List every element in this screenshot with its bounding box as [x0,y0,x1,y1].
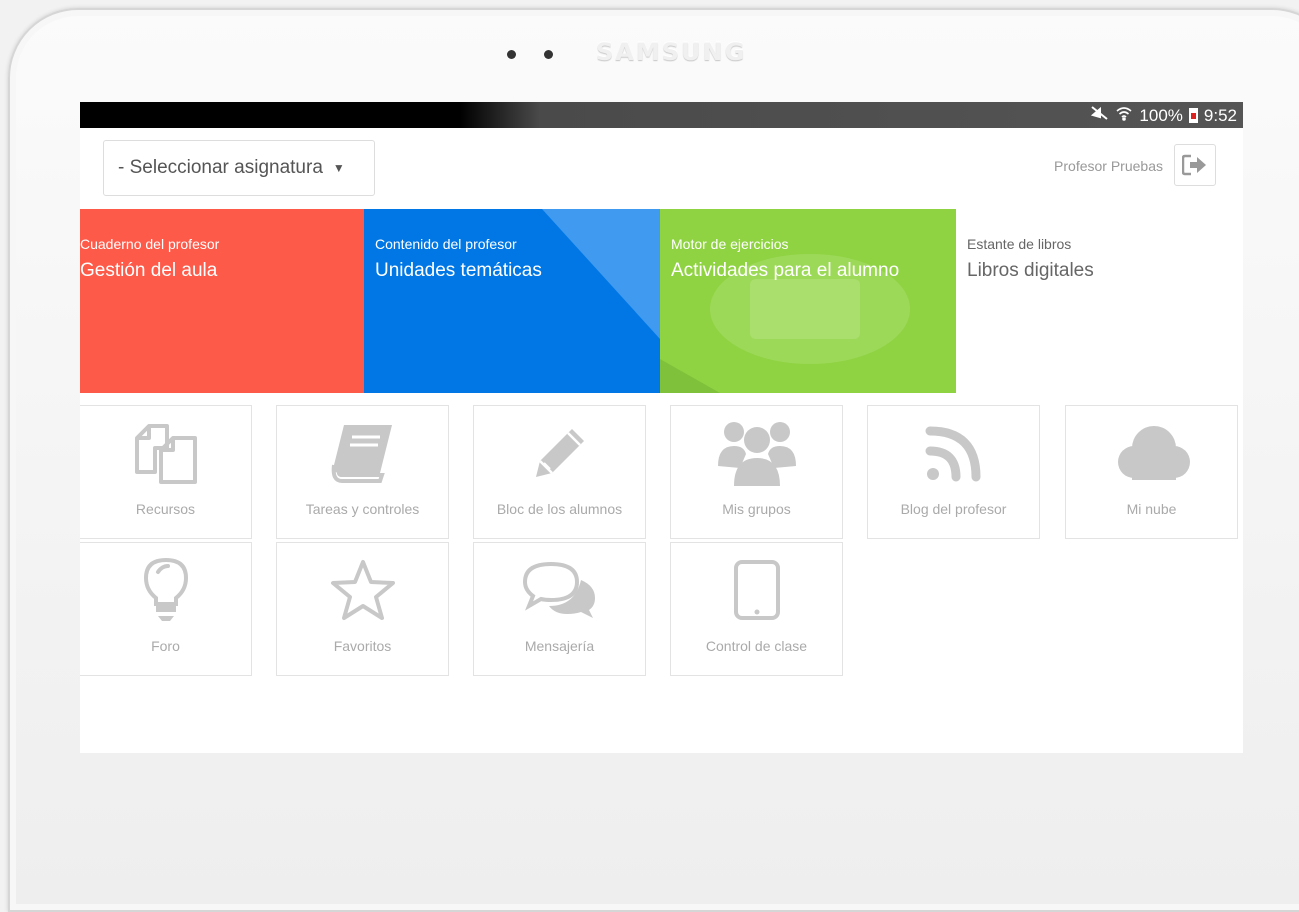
clock: 9:52 [1203,105,1237,125]
tile-actividades-alumno[interactable]: Motor de ejercicios Actividades para el … [660,209,956,393]
grid-item-label: Mensajería [524,638,595,654]
tile-subtitle: Motor de ejercicios [671,236,789,252]
grid-item-mis-grupos[interactable]: Mis grupos [670,405,843,539]
tile-title: Unidades temáticas [375,260,542,281]
grid-item-favoritos[interactable]: Favoritos [276,542,449,676]
grid-item-label: Recursos [135,501,196,517]
tablet-screen: 100% 9:52 - Seleccionar asignatura ▼ Pro… [80,102,1243,753]
tile-subtitle: Contenido del profesor [375,236,517,252]
device-brand: SAMSUNG [596,38,747,66]
grid-item-tareas[interactable]: Tareas y controles [276,405,449,539]
tile-title: Libros digitales [967,260,1094,281]
grid-item-mensajeria[interactable]: Mensajería [473,542,646,676]
grid-item-label: Favoritos [333,638,392,654]
grid-item-label: Foro [151,638,180,654]
star-icon [277,555,448,625]
grid-item-control-clase[interactable]: Control de clase [670,542,843,676]
wifi-icon [1115,105,1133,126]
grid-item-foro[interactable]: Foro [80,542,252,676]
grid-item-label: Control de clase [705,638,808,654]
chat-icon [474,555,645,625]
user-name: Profesor Pruebas [1054,158,1163,174]
camera-dot-icon [507,50,516,59]
tile-libros-digitales[interactable]: Estante de libros Libros digitales [956,209,1243,393]
tile-title: Actividades para el alumno [671,260,900,281]
pencil-icon [474,418,645,488]
grid-item-blog[interactable]: Blog del profesor [867,405,1040,539]
grid-item-label: Mis grupos [722,501,791,517]
grid-item-bloc-alumnos[interactable]: Bloc de los alumnos [473,405,646,539]
grid-item-label: Blog del profesor [900,501,1007,517]
grid-item-label: Mi nube [1126,501,1177,517]
subject-select[interactable]: - Seleccionar asignatura ▼ [103,140,375,196]
subject-select-value: - Seleccionar asignatura [118,157,323,178]
copy-icon [80,418,251,488]
lightbulb-icon [80,555,251,625]
cloud-icon [1066,418,1237,488]
battery-percent: 100% [1139,105,1183,125]
tablet-icon [671,555,842,625]
tile-subtitle: Cuaderno del profesor [80,236,220,252]
rss-icon [868,418,1039,488]
book-icon [277,418,448,488]
tile-subtitle: Estante de libros [967,236,1072,252]
grid-item-mi-nube[interactable]: Mi nube [1065,405,1238,539]
battery-icon [1188,108,1198,123]
group-icon [671,418,842,488]
grid-item-recursos[interactable]: Recursos [80,405,252,539]
sensor-dot-icon [544,50,553,59]
grid-item-label: Tareas y controles [305,501,420,517]
caret-down-icon: ▼ [332,161,345,175]
tile-unidades-tematicas[interactable]: Contenido del profesor Unidades temática… [364,209,660,393]
tile-title: Gestión del aula [80,260,218,281]
status-bar: 100% 9:52 [80,102,1243,128]
tile-gestion-aula[interactable]: Cuaderno del profesor Gestión del aula [80,209,364,393]
logout-button[interactable] [1174,144,1216,186]
grid-item-label: Bloc de los alumnos [496,501,623,517]
mute-icon [1091,105,1109,126]
logout-icon [1182,154,1206,176]
